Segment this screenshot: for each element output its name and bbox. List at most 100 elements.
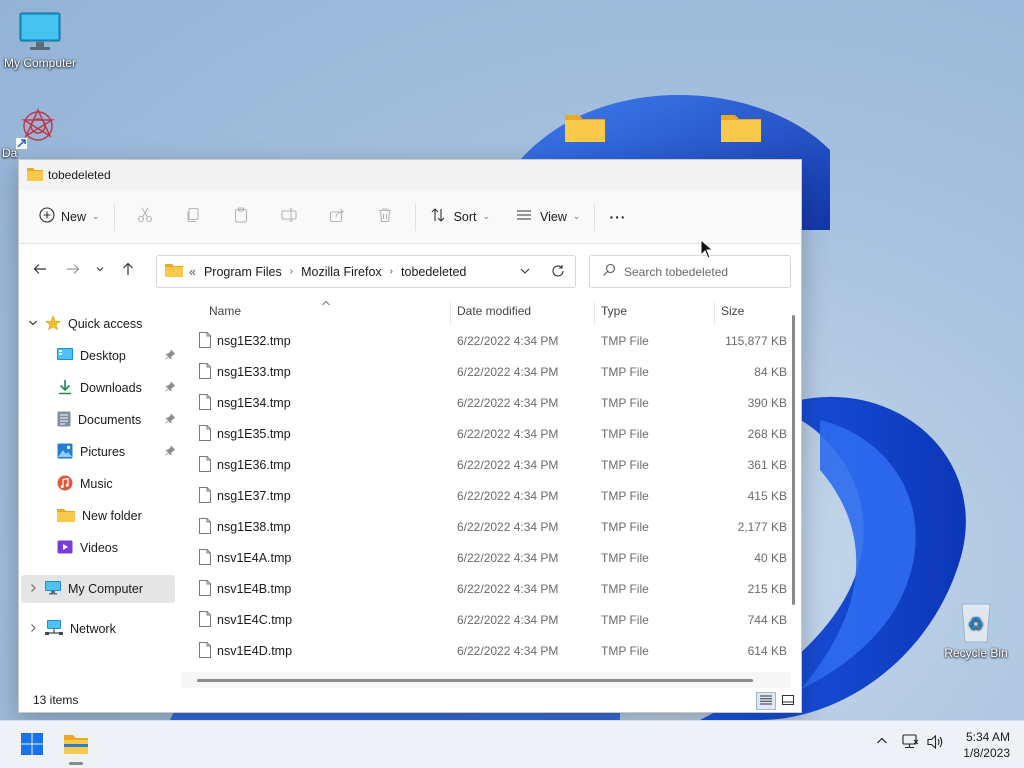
file-explorer-window: tobedeleted New ⌄ Sort ⌄ View ⌄ ··· « Pr…: [18, 159, 802, 713]
view-button[interactable]: View ⌄: [508, 201, 588, 233]
nav-item-music[interactable]: Music: [19, 470, 179, 498]
network-status-icon[interactable]: [901, 734, 919, 753]
new-button[interactable]: New ⌄: [31, 201, 108, 233]
address-bar[interactable]: « Program Files › Mozilla Firefox › tobe…: [156, 255, 576, 288]
nav-item-pictures[interactable]: Pictures: [19, 438, 179, 466]
clock[interactable]: 5:34 AM 1/8/2023: [963, 729, 1010, 761]
chevron-down-icon: ⌄: [482, 211, 491, 221]
column-divider[interactable]: [594, 302, 595, 324]
table-row[interactable]: nsg1E36.tmp 6/22/2022 4:34 PM TMP File 361 …: [179, 450, 789, 481]
nav-item-documents[interactable]: Documents: [19, 406, 179, 434]
vertical-scrollbar[interactable]: [792, 315, 795, 605]
sort-up-icon: [321, 296, 331, 310]
taskbar-file-explorer[interactable]: [58, 727, 94, 765]
paste-button[interactable]: [217, 201, 265, 233]
refresh-icon[interactable]: [551, 264, 565, 281]
desktop-icon-shortcut[interactable]: Da: [0, 106, 55, 160]
up-button[interactable]: [111, 255, 144, 285]
desktop-folder-icon[interactable]: [564, 111, 606, 143]
title-bar[interactable]: tobedeleted: [19, 160, 801, 190]
table-row[interactable]: nsg1E32.tmp 6/22/2022 4:34 PM TMP File 115,…: [179, 326, 789, 357]
table-row[interactable]: nsg1E33.tmp 6/22/2022 4:34 PM TMP File 84 K…: [179, 357, 789, 388]
desktop-icon: [57, 347, 73, 365]
table-row[interactable]: nsg1E37.tmp 6/22/2022 4:34 PM TMP File 415 …: [179, 481, 789, 512]
search-box[interactable]: Search tobedeleted: [589, 255, 791, 288]
tiles-view-icon: [782, 694, 794, 708]
table-row[interactable]: nsg1E35.tmp 6/22/2022 4:34 PM TMP File 268 …: [179, 419, 789, 450]
desktop-icon-recycle-bin[interactable]: ♻ Recycle Bin: [936, 600, 1016, 660]
nav-item-desktop[interactable]: Desktop: [19, 342, 179, 370]
forward-button[interactable]: [56, 255, 89, 285]
app-shortcut-icon: [16, 106, 60, 150]
recent-locations-button[interactable]: [89, 255, 111, 285]
show-hidden-icons-button[interactable]: [876, 735, 888, 750]
back-button[interactable]: [23, 255, 56, 285]
table-row[interactable]: nsv1E4B.tmp 6/22/2022 4:34 PM TMP File 215 …: [179, 574, 789, 605]
nav-label: Desktop: [80, 349, 126, 363]
breadcrumb-item[interactable]: Mozilla Firefox: [301, 265, 382, 279]
sort-button[interactable]: Sort ⌄: [422, 201, 498, 233]
plus-circle-icon: [39, 207, 55, 226]
desktop-icon-label: My Computer: [3, 56, 77, 70]
chevron-right-icon[interactable]: ›: [290, 266, 293, 277]
file-date: 6/22/2022 4:34 PM: [457, 489, 559, 503]
svg-text:♻: ♻: [968, 614, 984, 635]
cut-button[interactable]: [121, 201, 169, 233]
table-row[interactable]: nsv1E4D.tmp 6/22/2022 4:34 PM TMP File 614 …: [179, 636, 789, 667]
chevron-down-icon: ⌄: [92, 211, 100, 221]
breadcrumb-item[interactable]: Program Files: [204, 265, 282, 279]
desktop-icon-my-computer[interactable]: My Computer: [0, 10, 80, 70]
breadcrumb-overflow[interactable]: «: [189, 265, 196, 279]
rename-button[interactable]: [265, 201, 313, 233]
table-row[interactable]: nsg1E34.tmp 6/22/2022 4:34 PM TMP File 390 …: [179, 388, 789, 419]
nav-item-downloads[interactable]: Downloads: [19, 374, 179, 402]
taskbar: 5:34 AM 1/8/2023: [0, 720, 1024, 768]
file-size: 268 KB: [747, 427, 787, 441]
desktop-folder-icon[interactable]: [720, 111, 762, 143]
column-divider[interactable]: [450, 302, 451, 324]
large-icons-view-button[interactable]: [778, 692, 798, 710]
column-divider[interactable]: [714, 302, 715, 324]
chevron-down-icon: ⌄: [572, 211, 581, 221]
address-history-button[interactable]: [519, 265, 531, 280]
column-header-type[interactable]: Type: [601, 296, 627, 326]
table-row[interactable]: nsg1E38.tmp 6/22/2022 4:34 PM TMP File 2,17…: [179, 512, 789, 543]
nav-item-my-computer[interactable]: My Computer: [21, 575, 175, 603]
nav-label: Network: [70, 622, 116, 636]
file-explorer-icon: [63, 733, 89, 758]
toolbar-divider: [414, 202, 416, 231]
file-name: nsv1E4D.tmp: [217, 644, 293, 658]
column-header-name[interactable]: Name: [209, 296, 241, 326]
copy-button[interactable]: [169, 201, 217, 233]
breadcrumb-item[interactable]: tobedeleted: [401, 265, 466, 279]
nav-quick-access[interactable]: Quick access: [19, 310, 179, 338]
arrow-up-icon: [121, 262, 135, 279]
folder-icon: [27, 167, 43, 184]
chevron-right-icon[interactable]: [28, 622, 38, 636]
volume-icon[interactable]: [927, 734, 945, 753]
table-row[interactable]: nsv1E4C.tmp 6/22/2022 4:34 PM TMP File 744 …: [179, 605, 789, 636]
nav-item-videos[interactable]: Videos: [19, 534, 179, 562]
start-button[interactable]: [14, 727, 50, 763]
column-header-date[interactable]: Date modified: [457, 296, 531, 326]
file-type: TMP File: [601, 396, 649, 410]
chevron-down-icon[interactable]: [28, 317, 38, 331]
table-row[interactable]: nsv1E4A.tmp 6/22/2022 4:34 PM TMP File 40 K…: [179, 543, 789, 574]
chevron-right-icon[interactable]: ›: [390, 266, 393, 277]
nav-label: Pictures: [80, 445, 126, 459]
horizontal-scrollbar[interactable]: [197, 679, 753, 682]
delete-button[interactable]: [361, 201, 409, 233]
nav-item-new-folder[interactable]: New folder: [19, 502, 179, 530]
nav-item-network[interactable]: Network: [19, 615, 179, 643]
share-button[interactable]: [313, 201, 361, 233]
more-options-button[interactable]: ···: [601, 201, 634, 233]
file-type: TMP File: [601, 458, 649, 472]
music-icon: [57, 475, 73, 494]
file-type: TMP File: [601, 613, 649, 627]
file-icon: [199, 487, 211, 506]
details-view-button[interactable]: [756, 692, 776, 710]
column-header-size[interactable]: Size: [721, 296, 744, 326]
search-input[interactable]: Search tobedeleted: [624, 265, 728, 279]
chevron-right-icon[interactable]: [28, 582, 38, 596]
file-date: 6/22/2022 4:34 PM: [457, 613, 559, 627]
